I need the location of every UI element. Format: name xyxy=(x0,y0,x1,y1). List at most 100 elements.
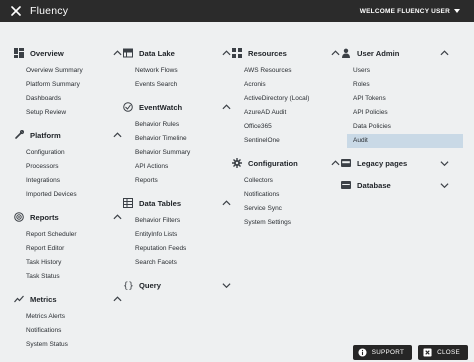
menu-item-task-history[interactable]: Task History xyxy=(26,256,122,270)
section-header-overview[interactable]: Overview xyxy=(12,42,122,64)
menu-item-behavior-rules[interactable]: Behavior Rules xyxy=(135,118,231,132)
section-header-eventwatch[interactable]: EventWatch xyxy=(121,96,231,118)
chevron-down-icon[interactable] xyxy=(439,158,449,168)
table-icon xyxy=(122,198,133,209)
app-title: Fluency xyxy=(30,5,69,17)
menu-item-report-editor[interactable]: Report Editor xyxy=(26,242,122,256)
menu-item-dashboards[interactable]: Dashboards xyxy=(26,92,122,106)
close-menu-icon[interactable] xyxy=(8,3,24,19)
section-title: Data Tables xyxy=(139,198,182,208)
menu-item-notifications[interactable]: Notifications xyxy=(26,324,122,338)
section-header-platform[interactable]: Platform xyxy=(12,124,122,146)
menu-item-service-sync[interactable]: Service Sync xyxy=(244,202,340,216)
welcome-text: WELCOME FLUENCY USER xyxy=(359,7,450,15)
section-title: EventWatch xyxy=(139,102,183,112)
menu-item-imported-devices[interactable]: Imported Devices xyxy=(26,188,122,202)
support-button[interactable]: SUPPORT xyxy=(352,345,413,360)
menu-item-behavior-timeline[interactable]: Behavior Timeline xyxy=(135,132,231,146)
server-icon xyxy=(340,180,351,191)
svg-text:{}: {} xyxy=(123,282,133,291)
menu-item-search-facets[interactable]: Search Facets xyxy=(135,256,231,270)
menu-item-aws-resources[interactable]: AWS Resources xyxy=(244,64,340,78)
menu-item-task-status[interactable]: Task Status xyxy=(26,270,122,284)
section-title: Resources xyxy=(248,48,287,58)
section-eventwatch: EventWatch Behavior Rules Behavior Timelin… xyxy=(121,96,231,192)
gear-icon xyxy=(231,158,242,169)
menu-item-sentinelone[interactable]: SentinelOne xyxy=(244,134,340,148)
chart-line-icon xyxy=(13,294,24,305)
section-header-data-lake[interactable]: Data Lake xyxy=(121,42,231,64)
close-label: CLOSE xyxy=(437,349,460,356)
users-icon xyxy=(340,48,351,59)
menu-item-overview-summary[interactable]: Overview Summary xyxy=(26,64,122,78)
section-header-database[interactable]: Database xyxy=(339,174,449,196)
section-metrics: Metrics Metrics Alerts Notifications System… xyxy=(12,288,122,356)
menu-item-configuration[interactable]: Configuration xyxy=(26,146,122,160)
chevron-up-icon[interactable] xyxy=(439,48,449,58)
menu-column: Overview Overview Summary Platform Summary… xyxy=(12,42,122,356)
footer-buttons: SUPPORT CLOSE xyxy=(352,345,468,360)
menu-item-notifications[interactable]: Notifications xyxy=(244,188,340,202)
menu-item-api-tokens[interactable]: API Tokens xyxy=(353,92,449,106)
chevron-down-icon[interactable] xyxy=(221,280,231,290)
menu-item-system-status[interactable]: System Status xyxy=(26,338,122,352)
info-icon xyxy=(358,348,367,357)
menu-item-metrics-alerts[interactable]: Metrics Alerts xyxy=(26,310,122,324)
section-data-lake: Data Lake Network Flows Events Search xyxy=(121,42,231,96)
section-header-metrics[interactable]: Metrics xyxy=(12,288,122,310)
menu-item-report-scheduler[interactable]: Report Scheduler xyxy=(26,228,122,242)
grid-icon xyxy=(231,48,242,59)
section-reports: Reports Report Scheduler Report Editor Task… xyxy=(12,206,122,288)
section-title: Configuration xyxy=(248,158,298,168)
menu-column: Resources AWS Resources Acronis ActiveDirec… xyxy=(230,42,340,234)
menu-item-users[interactable]: Users xyxy=(353,64,449,78)
menu-item-setup-review[interactable]: Setup Review xyxy=(26,106,122,120)
caret-down-icon xyxy=(454,9,460,13)
section-user-admin: User Admin Users Roles API Tokens API Polici… xyxy=(339,42,463,152)
menu-item-network-flows[interactable]: Network Flows xyxy=(135,64,231,78)
section-title: Legacy pages xyxy=(357,158,408,168)
menu-item-platform-summary[interactable]: Platform Summary xyxy=(26,78,122,92)
section-header-reports[interactable]: Reports xyxy=(12,206,122,228)
menu-item-api-policies[interactable]: API Policies xyxy=(353,106,449,120)
chevron-down-icon[interactable] xyxy=(439,180,449,190)
menu-item-entityinfo-lists[interactable]: EntityInfo Lists xyxy=(135,228,231,242)
section-header-resources[interactable]: Resources xyxy=(230,42,340,64)
braces-icon: {} xyxy=(122,280,133,291)
section-title: Data Lake xyxy=(139,48,175,58)
section-title: Platform xyxy=(30,130,61,140)
wrench-icon xyxy=(13,130,24,141)
section-header-query[interactable]: {} Query xyxy=(121,274,231,296)
menu-item-audit[interactable]: Audit xyxy=(347,134,463,148)
section-header-user-admin[interactable]: User Admin xyxy=(339,42,449,64)
menu-item-azuread-audit[interactable]: AzureAD Audit xyxy=(244,106,340,120)
section-title: Metrics xyxy=(30,294,57,304)
menu-item-behavior-summary[interactable]: Behavior Summary xyxy=(135,146,231,160)
menu-item-data-policies[interactable]: Data Policies xyxy=(353,120,449,134)
section-title: Database xyxy=(357,180,391,190)
folder-icon xyxy=(340,158,351,169)
menu-item-behavior-filters[interactable]: Behavior Filters xyxy=(135,214,231,228)
menu-item-reputation-feeds[interactable]: Reputation Feeds xyxy=(135,242,231,256)
section-header-configuration[interactable]: Configuration xyxy=(230,152,340,174)
menu-item-system-settings[interactable]: System Settings xyxy=(244,216,340,230)
menu-item-api-actions[interactable]: API Actions xyxy=(135,160,231,174)
section-title: Query xyxy=(139,280,161,290)
menu-item-collectors[interactable]: Collectors xyxy=(244,174,340,188)
support-label: SUPPORT xyxy=(371,349,405,356)
menu-item-processors[interactable]: Processors xyxy=(26,160,122,174)
section-header-legacy-pages[interactable]: Legacy pages xyxy=(339,152,449,174)
section-data-tables: Data Tables Behavior Filters EntityInfo Li… xyxy=(121,192,231,274)
menu-item-reports[interactable]: Reports xyxy=(135,174,231,188)
menu-item-activedirectory-local[interactable]: ActiveDirectory (Local) xyxy=(244,92,340,106)
menu-item-roles[interactable]: Roles xyxy=(353,78,449,92)
section-header-data-tables[interactable]: Data Tables xyxy=(121,192,231,214)
menu-item-office365[interactable]: Office365 xyxy=(244,120,340,134)
close-button[interactable]: CLOSE xyxy=(418,345,468,360)
menu-item-acronis[interactable]: Acronis xyxy=(244,78,340,92)
close-box-icon xyxy=(423,348,432,357)
section-resources: Resources AWS Resources Acronis ActiveDirec… xyxy=(230,42,340,152)
user-menu[interactable]: WELCOME FLUENCY USER xyxy=(360,0,460,22)
menu-item-integrations[interactable]: Integrations xyxy=(26,174,122,188)
menu-item-events-search[interactable]: Events Search xyxy=(135,78,231,92)
